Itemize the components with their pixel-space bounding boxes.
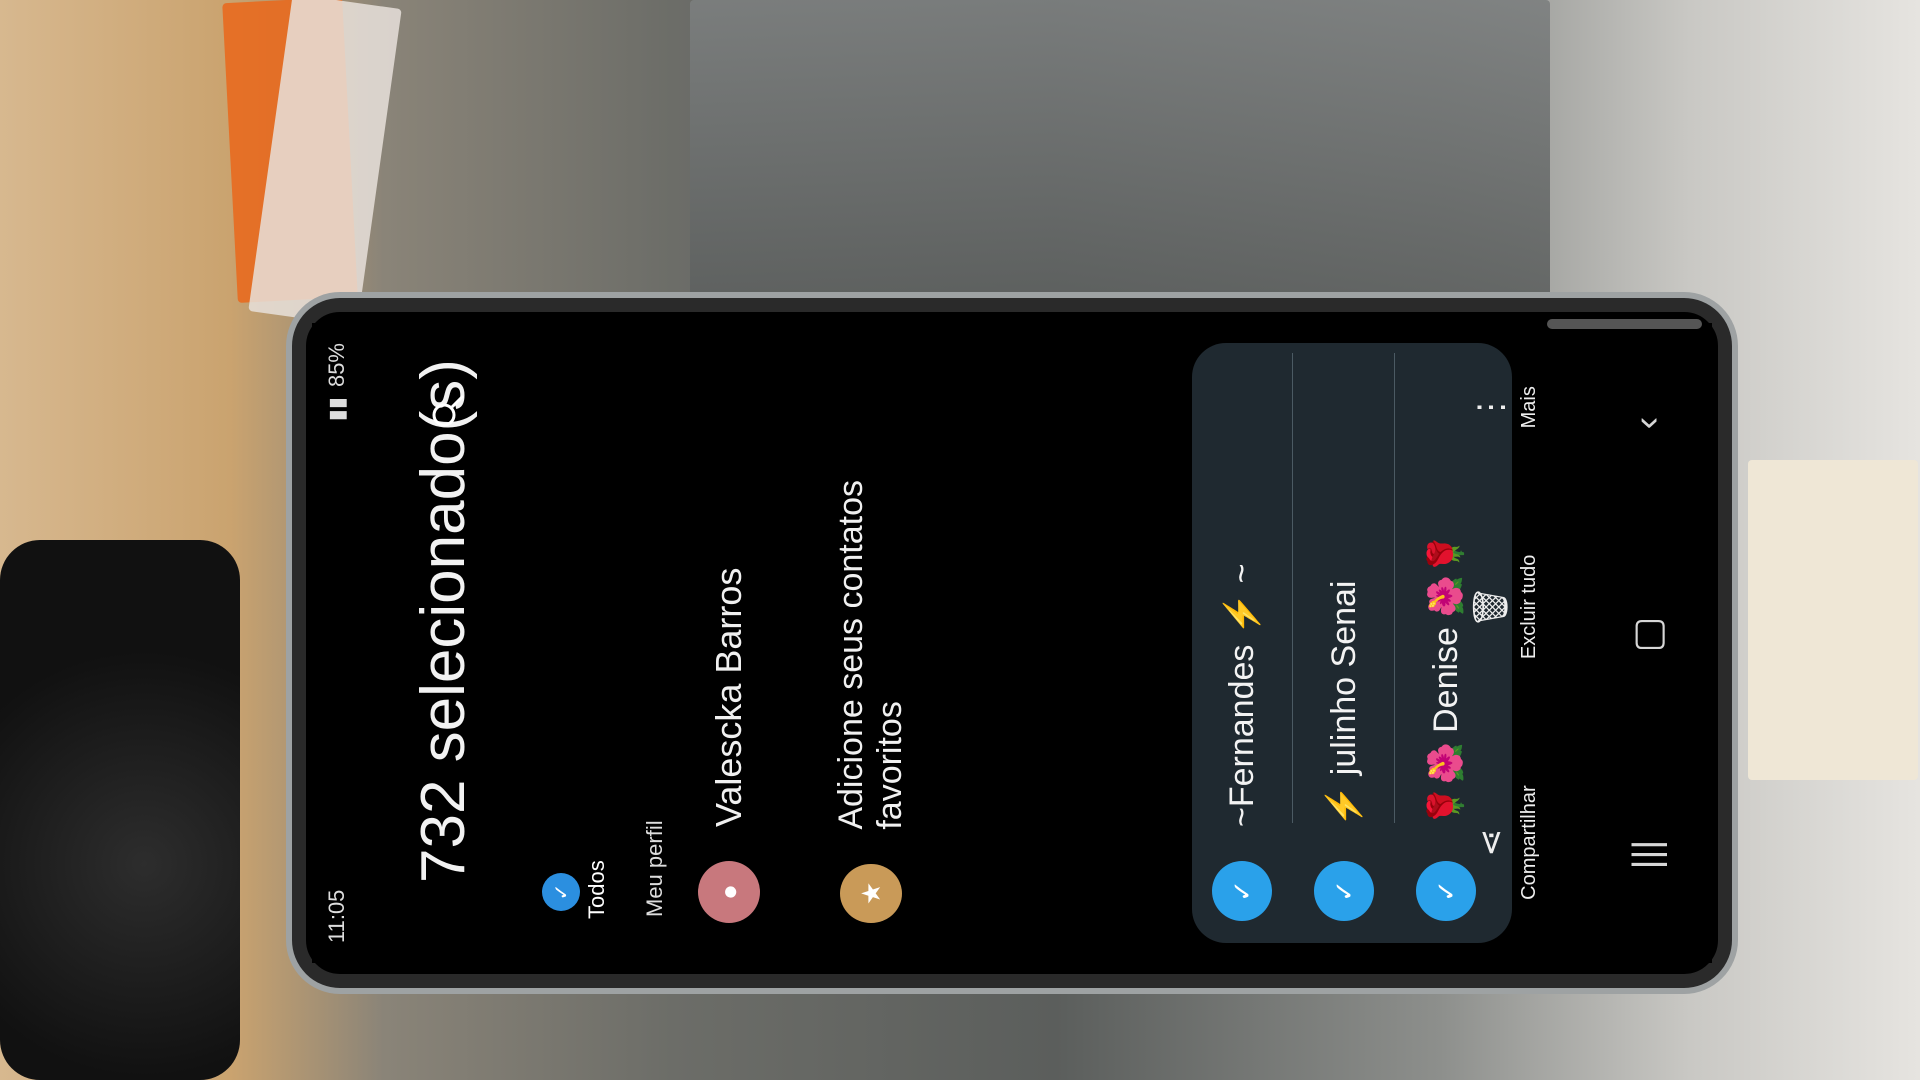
star-icon: ★ [840,863,903,923]
signal-icon: ▮▮ [324,397,349,422]
contact-name: ~Fernandes ⚡ ~ [1223,563,1261,827]
contact-name: ⚡ julinho Senai [1325,580,1363,827]
profile-name: Valescka Barros [708,567,750,827]
divider [1394,353,1395,823]
back-icon[interactable]: ‹ [1626,417,1669,430]
search-icon[interactable] [430,393,466,429]
more-button[interactable]: ⋮ Mais [1471,386,1541,429]
status-right: ▮▮ 85% [324,343,350,421]
phone-device: 11:05 ▮▮ 85% 732 selecionado(s) ✓ Todos … [292,298,1732,988]
profile-avatar: ● [698,861,760,923]
check-icon: ✓ [542,873,580,911]
more-icon: ⋮ [1471,390,1510,425]
bottom-action-bar: ⋖ Compartilhar 🗑 Excluir tudo ⋮ Mais [1452,323,1562,963]
trash-icon: 🗑 [1471,585,1510,629]
battery-level: 85% [324,343,349,388]
background-cable [0,540,240,1080]
share-button[interactable]: ⋖ Compartilhar [1471,785,1541,900]
background-window [690,0,1550,300]
delete-all-button[interactable]: 🗑 Excluir tudo [1471,554,1541,660]
scroll-indicator[interactable] [1547,319,1702,329]
check-icon[interactable]: ✓ [1212,861,1272,921]
share-label: Compartilhar [1517,785,1540,900]
status-time: 11:05 [324,889,349,943]
list-item[interactable]: ✓ ~Fernandes ⚡ ~ [1192,343,1292,943]
divider [1292,353,1293,823]
my-profile-section-label: Meu perfil [642,820,667,917]
check-icon[interactable]: ✓ [1314,861,1374,921]
profile-row[interactable]: ● Valescka Barros [698,568,760,923]
more-label: Mais [1517,386,1540,429]
home-icon[interactable]: ▢ [1625,617,1670,653]
background-label [1748,460,1918,780]
share-icon: ⋖ [1471,828,1510,857]
recents-icon[interactable]: ||| [1626,840,1669,870]
select-all-label: Todos [584,860,609,919]
navigation-bar: ||| ▢ ‹ [1602,323,1692,963]
favorites-row[interactable]: ★ Adicione seus contatos favoritos [832,363,910,923]
favorites-prompt: Adicione seus contatos favoritos [832,479,910,830]
select-all-checkbox[interactable]: ✓ [542,873,580,911]
delete-all-label: Excluir tudo [1517,554,1540,660]
list-item[interactable]: ✓ ⚡ julinho Senai [1294,343,1394,943]
status-bar: 11:05 ▮▮ 85% [320,343,354,943]
selection-count-title: 732 selecionado(s) [409,359,478,883]
phone-screen: 11:05 ▮▮ 85% 732 selecionado(s) ✓ Todos … [312,319,1712,963]
